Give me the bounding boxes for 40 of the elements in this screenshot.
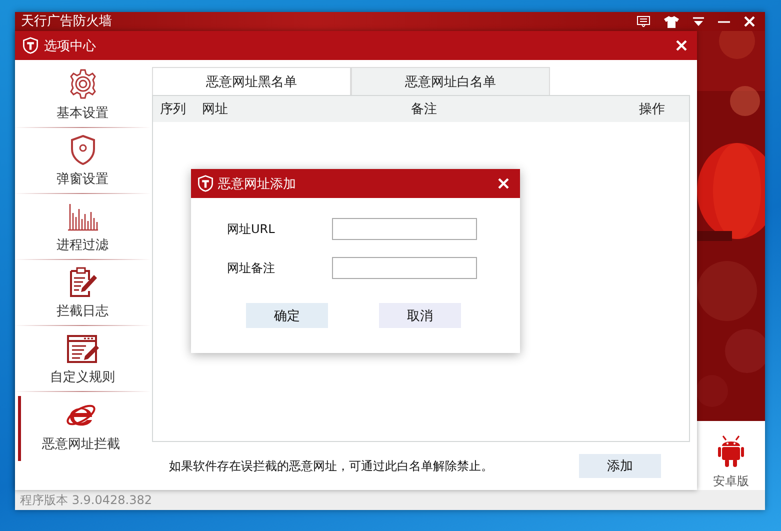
window-title: 天行广告防火墙 — [21, 13, 113, 31]
clipboard-pen-icon — [68, 267, 96, 297]
input-field[interactable] — [332, 257, 477, 279]
add-button[interactable]: 添加 — [579, 454, 661, 478]
cancel-button[interactable]: 取消 — [379, 303, 461, 328]
dialog-title: 恶意网址添加 — [218, 176, 297, 192]
tab[interactable]: 恶意网址白名单 — [351, 67, 550, 95]
minimize-icon[interactable] — [718, 20, 730, 24]
close-icon[interactable] — [498, 178, 509, 189]
sidebar-item[interactable]: 进程过滤 — [15, 194, 150, 260]
window-title: 选项中心 — [44, 38, 97, 54]
field-label: 网址URL — [227, 220, 276, 238]
sidebar-item[interactable]: 恶意网址拦截 — [15, 392, 150, 458]
bar-chart-icon — [66, 203, 98, 231]
shirt-icon[interactable] — [664, 16, 679, 28]
sidebar-item[interactable]: 拦截日志 — [15, 260, 150, 326]
shield-icon — [70, 135, 96, 165]
column-header: 备注 — [411, 101, 438, 118]
close-icon[interactable] — [676, 40, 687, 51]
version-label: 程序版本 3.9.0428.382 — [20, 492, 152, 508]
column-header: 序列 — [159, 101, 187, 118]
sidebar-item[interactable]: 基本设置 — [15, 62, 150, 128]
document-pen-icon — [66, 335, 98, 363]
gear-icon — [68, 69, 98, 99]
hint-text: 如果软件存在误拦截的恶意网址，可通过此白名单解除禁止。 — [169, 458, 494, 474]
column-header: 网址 — [202, 101, 229, 118]
field-label: 网址备注 — [227, 260, 276, 276]
message-icon[interactable] — [637, 16, 650, 27]
android-icon[interactable] — [718, 433, 744, 467]
input-field[interactable] — [332, 218, 477, 240]
shield-logo-icon — [22, 37, 39, 54]
android-label[interactable]: 安卓版 — [713, 473, 749, 490]
dropdown-icon[interactable] — [693, 16, 704, 26]
close-icon[interactable] — [744, 16, 755, 27]
column-header: 操作 — [639, 101, 666, 118]
tab[interactable]: 恶意网址黑名单 — [152, 67, 351, 95]
sidebar-item[interactable]: 弹窗设置 — [15, 128, 150, 194]
confirm-button[interactable]: 确定 — [246, 303, 328, 328]
sidebar-item[interactable]: 自定义规则 — [15, 326, 150, 392]
shield-logo-icon — [197, 175, 214, 192]
